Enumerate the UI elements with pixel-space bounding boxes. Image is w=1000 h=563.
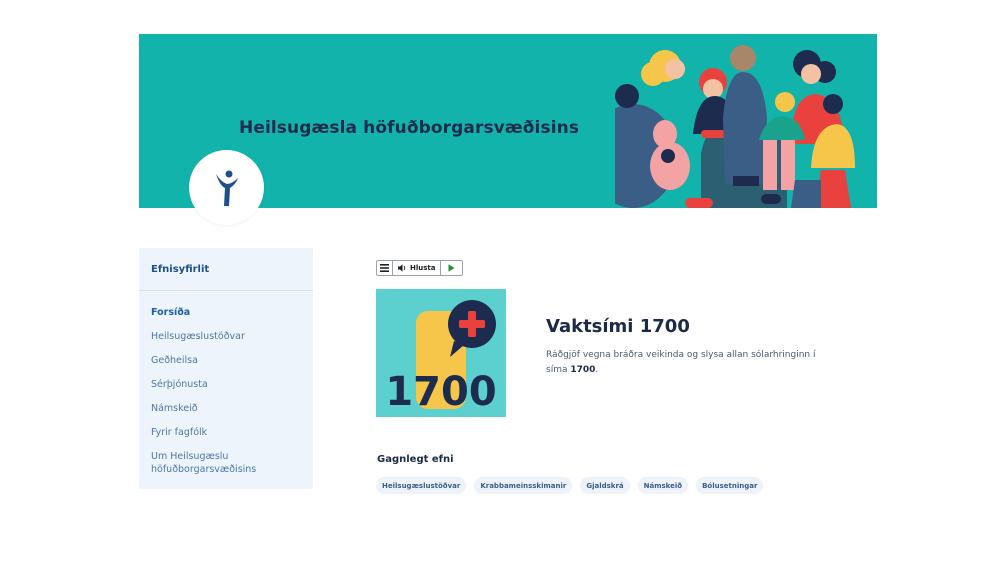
useful-links-heading: Gagnlegt efni: [377, 454, 454, 465]
sidebar-item-fyrir-fagfolk[interactable]: Fyrir fagfólk: [151, 426, 301, 439]
useful-links-tags: Heilsugæslustöðvar Krabbameinsskimanir G…: [376, 477, 764, 494]
phone-1700-image[interactable]: 1700: [376, 289, 506, 417]
play-icon: [448, 264, 455, 272]
listen-toolbar: Hlusta: [376, 260, 464, 276]
sidebar-nav-list: Forsíða Heilsugæslustöðvar Geðheilsa Sér…: [151, 306, 301, 487]
sidebar-heading: Efnisyfirlit: [151, 264, 210, 275]
phone-number-text: 1700: [385, 369, 496, 415]
play-button[interactable]: [441, 261, 462, 275]
tag-bolusetningar[interactable]: Bólusetningar: [696, 477, 764, 494]
phone-1700-graphic: 1700: [376, 289, 506, 417]
table-of-contents-sidebar: Efnisyfirlit Forsíða Heilsugæslustöðvar …: [139, 248, 313, 489]
feature-description: Ráðgjöf vegna bráðra veikinda og slysa a…: [546, 348, 816, 378]
sidebar-item-heilsugaeslustodvar[interactable]: Heilsugæslustöðvar: [151, 330, 301, 343]
sidebar-item-gedheilsa[interactable]: Geðheilsa: [151, 354, 301, 367]
sidebar-item-serthjonusta[interactable]: Sérþjónusta: [151, 378, 301, 391]
person-raising-arms-icon: [215, 170, 238, 206]
tag-heilsugaeslustodvar[interactable]: Heilsugæslustöðvar: [376, 477, 467, 494]
sidebar-item-namskeid[interactable]: Námskeið: [151, 402, 301, 415]
feature-description-end: .: [595, 365, 599, 375]
speaker-icon: [398, 264, 406, 272]
tag-gjaldskra[interactable]: Gjaldskrá: [580, 477, 630, 494]
tag-namskeid[interactable]: Námskeið: [637, 477, 689, 494]
feature-title[interactable]: Vaktsími 1700: [546, 316, 690, 337]
sidebar-item-forsida[interactable]: Forsíða: [151, 306, 301, 319]
sidebar-item-um-heilsugaeslu[interactable]: Um Heilsugæslu höfuðborgarsvæðisins: [151, 450, 301, 476]
people-illustration: [615, 45, 855, 208]
sidebar-divider: [139, 290, 313, 291]
hamburger-menu-icon: [380, 264, 389, 272]
listen-menu-button[interactable]: [377, 261, 393, 275]
site-title[interactable]: Heilsugæsla höfuðborgarsvæðisins: [239, 118, 579, 138]
feature-description-number: 1700: [570, 365, 596, 375]
site-logo[interactable]: [189, 150, 264, 225]
tag-krabbameinsskimanir[interactable]: Krabbameinsskimanir: [474, 477, 573, 494]
listen-button[interactable]: Hlusta: [393, 261, 442, 275]
listen-label: Hlusta: [410, 264, 436, 272]
